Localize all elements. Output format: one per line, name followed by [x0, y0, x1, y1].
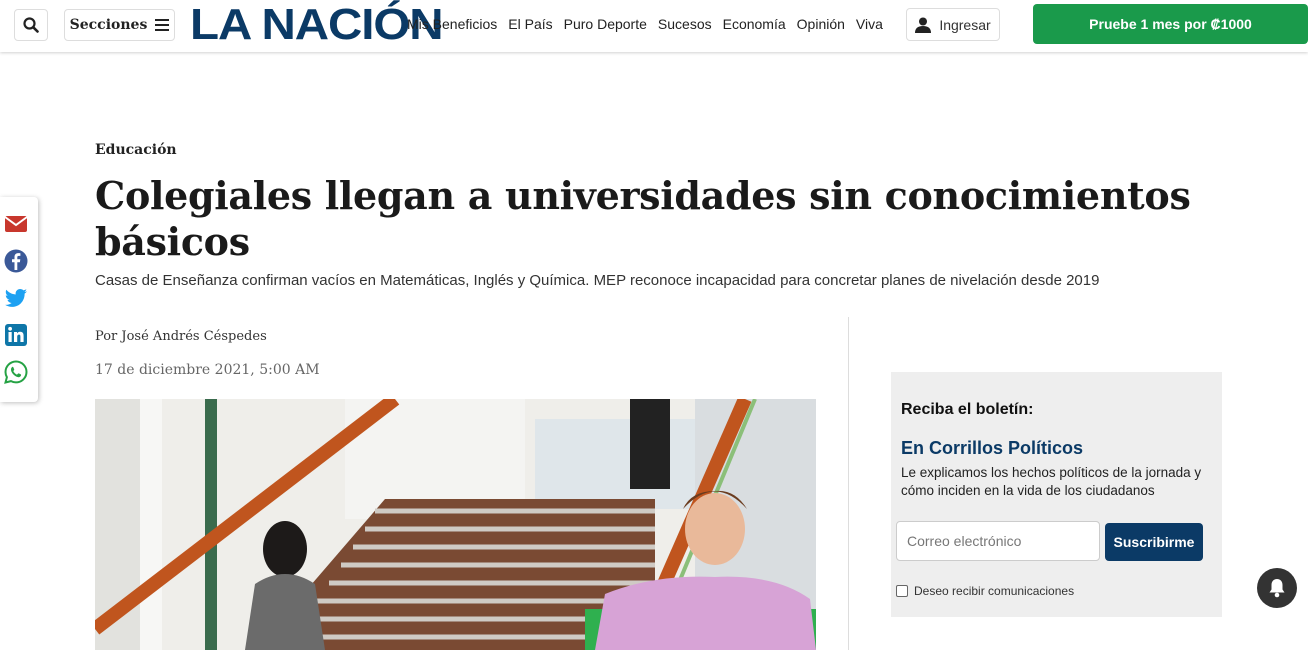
sections-label: Secciones	[69, 17, 148, 33]
search-icon	[23, 17, 39, 33]
bell-icon	[1269, 579, 1285, 598]
nav-item-viva[interactable]: Viva	[856, 16, 883, 32]
nav-item-sucesos[interactable]: Sucesos	[658, 16, 712, 32]
nav-item-puro-deporte[interactable]: Puro Deporte	[564, 16, 647, 32]
newsletter-signup: Reciba el boletín: En Corrillos Político…	[891, 372, 1222, 617]
login-button[interactable]: Ingresar	[906, 8, 1000, 41]
communications-checkbox-row[interactable]: Deseo recibir comunicaciones	[896, 584, 1074, 598]
linkedin-icon[interactable]	[4, 323, 28, 347]
article-photo	[95, 399, 816, 650]
nav-item-economia[interactable]: Economía	[723, 16, 786, 32]
search-button[interactable]	[14, 9, 48, 41]
nav-item-el-pais[interactable]: El País	[508, 16, 552, 32]
facebook-icon[interactable]	[4, 249, 28, 273]
article-subheadline: Casas de Enseñanza confirman vacíos en M…	[95, 272, 1100, 289]
twitter-icon[interactable]	[4, 286, 28, 310]
nav-item-opinion[interactable]: Opinión	[797, 16, 845, 32]
stairway-students-photo	[95, 399, 816, 650]
site-logo[interactable]: LA NACIÓN	[190, 3, 444, 47]
subscribe-button[interactable]: Suscribirme	[1105, 523, 1203, 561]
communications-checkbox-label: Deseo recibir comunicaciones	[914, 584, 1075, 598]
login-label: Ingresar	[939, 16, 991, 33]
newsletter-description: Le explicamos los hechos políticos de la…	[901, 465, 1202, 498]
sections-menu-button[interactable]: Secciones	[64, 9, 175, 41]
email-icon[interactable]	[4, 212, 28, 236]
article-headline: Colegiales llegan a universidades sin co…	[95, 173, 1191, 264]
communications-checkbox[interactable]	[896, 585, 908, 597]
newsletter-name: En Corrillos Políticos	[901, 438, 1084, 458]
email-field[interactable]: Correo electrónico	[896, 521, 1100, 561]
whatsapp-icon[interactable]	[4, 360, 28, 384]
top-navigation-bar: Secciones LA NACIÓN Mis Beneficios El Pa…	[0, 0, 1308, 52]
newsletter-title: Reciba el boletín:	[901, 401, 1034, 418]
article-category[interactable]: Educación	[95, 142, 177, 158]
hamburger-icon	[155, 19, 170, 31]
notifications-button[interactable]	[1257, 568, 1297, 608]
main-nav: Mis Beneficios El País Puro Deporte Suce…	[407, 16, 883, 32]
user-icon	[915, 17, 932, 33]
email-field-placeholder: Correo electrónico	[907, 533, 1022, 549]
column-divider	[848, 317, 849, 650]
share-rail	[0, 197, 38, 402]
subscribe-trial-button[interactable]: Pruebe 1 mes por ₡1000	[1033, 4, 1308, 44]
article-byline: Por José Andrés Céspedes	[95, 329, 267, 344]
nav-item-mis-beneficios[interactable]: Mis Beneficios	[407, 16, 497, 32]
article-date: 17 de diciembre 2021, 5:00 AM	[95, 362, 320, 378]
